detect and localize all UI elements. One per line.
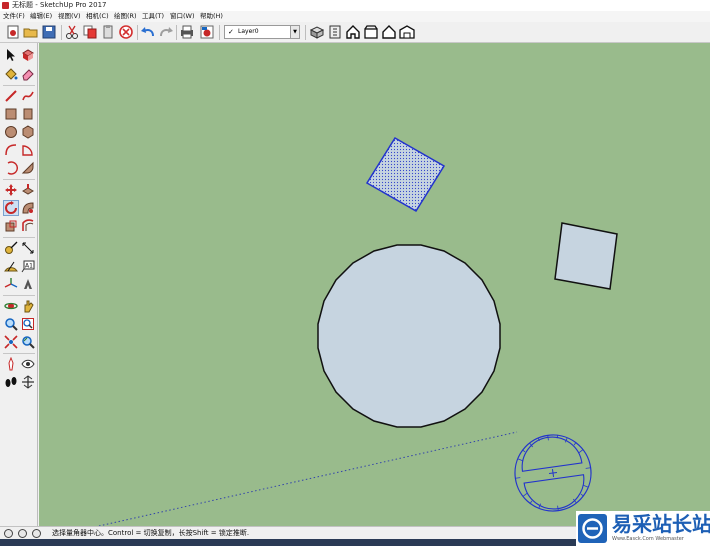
polygon-icon[interactable]	[21, 125, 35, 139]
scale-icon[interactable]	[4, 219, 18, 233]
erase-icon[interactable]	[118, 24, 134, 40]
open-icon[interactable]	[23, 24, 39, 40]
sketchup-window: 无标题 - SketchUp Pro 2017 文件(F) 编辑(E) 视图(V…	[0, 0, 710, 546]
house-icon[interactable]	[381, 24, 397, 40]
watermark-brand: 易采站长站	[612, 512, 710, 536]
status-hint: 选择量角器中心。Control = 切换复制，长按Shift = 锁定推断.	[52, 529, 250, 537]
axes-icon[interactable]	[4, 277, 18, 291]
previous-view-icon[interactable]	[21, 335, 35, 349]
tape-measure-icon[interactable]	[4, 241, 18, 255]
selected-square-face[interactable]	[365, 136, 446, 213]
help-icon[interactable]	[32, 529, 41, 538]
paste-icon[interactable]	[100, 24, 116, 40]
home-icon[interactable]	[345, 24, 361, 40]
new-icon[interactable]	[5, 24, 21, 40]
model-info-icon[interactable]	[199, 24, 215, 40]
toolbar-separator	[137, 25, 138, 40]
save-icon[interactable]	[41, 24, 57, 40]
toolbar-separator	[176, 25, 177, 40]
redo-icon[interactable]	[158, 24, 174, 40]
paint-bucket-icon[interactable]	[4, 67, 18, 81]
push-pull-icon[interactable]	[21, 183, 35, 197]
palette-separator	[3, 295, 35, 296]
select-icon[interactable]	[4, 48, 18, 62]
orbit-icon[interactable]	[4, 299, 18, 313]
inference-guide-line	[98, 431, 518, 526]
window-title: 无标题 - SketchUp Pro 2017	[12, 1, 107, 9]
rotate-icon[interactable]	[3, 200, 19, 216]
undo-icon[interactable]	[140, 24, 156, 40]
svg-text:A1: A1	[25, 263, 33, 270]
cut-icon[interactable]	[64, 24, 80, 40]
rotated-rectangle-icon[interactable]	[21, 107, 35, 121]
palette-separator	[3, 179, 35, 180]
protractor-icon[interactable]	[4, 259, 18, 273]
chevron-down-icon[interactable]: ▼	[290, 26, 299, 38]
move-icon[interactable]	[4, 183, 18, 197]
menu-bar: 文件(F) 编辑(E) 视图(V) 相机(C) 绘图(R) 工具(T) 窗口(W…	[0, 11, 710, 22]
toolbar-separator	[305, 25, 306, 40]
follow-me-icon[interactable]	[21, 201, 35, 215]
layer-value: Layer0	[238, 28, 259, 35]
copy-icon[interactable]	[82, 24, 98, 40]
circle-face[interactable]	[317, 244, 501, 428]
protractor-cursor	[514, 434, 592, 512]
pan-icon[interactable]	[21, 299, 35, 313]
component-icon[interactable]	[309, 24, 325, 40]
square-face[interactable]	[554, 222, 618, 290]
geo-location-icon[interactable]	[4, 529, 13, 538]
arc-icon[interactable]	[4, 143, 18, 157]
menu-tools[interactable]: 工具(T)	[142, 11, 164, 22]
freehand-icon[interactable]	[21, 89, 35, 103]
text-icon[interactable]: A1	[21, 259, 35, 273]
drawing-canvas[interactable]	[39, 43, 710, 526]
zoom-extents-icon[interactable]	[4, 335, 18, 349]
menu-view[interactable]: 视图(V)	[58, 11, 81, 22]
offset-icon[interactable]	[21, 219, 35, 233]
print-icon[interactable]	[179, 24, 195, 40]
menu-file[interactable]: 文件(F)	[3, 11, 25, 22]
warehouse-icon[interactable]	[399, 24, 415, 40]
dimension-icon[interactable]	[21, 241, 35, 255]
position-camera-icon[interactable]	[4, 357, 18, 371]
walk-icon[interactable]	[4, 375, 18, 389]
zoom-icon[interactable]	[4, 317, 18, 331]
credits-icon[interactable]	[18, 529, 27, 538]
tool-palette: A1	[0, 43, 38, 526]
menu-camera[interactable]: 相机(C)	[86, 11, 109, 22]
toolbar-separator	[219, 25, 220, 40]
palette-separator	[3, 237, 35, 238]
main-toolbar	[0, 22, 710, 43]
look-around-icon[interactable]	[21, 357, 35, 371]
palette-separator	[3, 85, 35, 86]
menu-draw[interactable]: 绘图(R)	[114, 11, 137, 22]
line-icon[interactable]	[4, 89, 18, 103]
layer-dropdown[interactable]: ✓ Layer0 ▼	[224, 25, 300, 39]
toolbar-separator	[61, 25, 62, 40]
rectangle-icon[interactable]	[4, 107, 18, 121]
3d-text-icon[interactable]	[21, 277, 35, 291]
easck-logo-icon	[578, 514, 607, 543]
layer-check-icon: ✓	[228, 28, 234, 36]
section-plane-icon[interactable]	[21, 375, 35, 389]
zoom-window-icon[interactable]	[21, 317, 35, 331]
circle-icon[interactable]	[4, 125, 18, 139]
eraser-icon[interactable]	[21, 67, 35, 81]
palette-separator	[3, 353, 35, 354]
three-point-arc-icon[interactable]	[21, 161, 35, 175]
menu-edit[interactable]: 编辑(E)	[30, 11, 52, 22]
model-viewport[interactable]	[39, 43, 710, 526]
make-component-icon[interactable]	[21, 48, 35, 62]
watermark-url: Www.Easck.Com Webmaster	[612, 536, 684, 542]
package-icon[interactable]	[327, 24, 343, 40]
box-icon[interactable]	[363, 24, 379, 40]
menu-help[interactable]: 帮助(H)	[200, 11, 223, 22]
title-bar: 无标题 - SketchUp Pro 2017	[0, 0, 710, 11]
sketchup-app-icon	[2, 2, 9, 9]
two-point-arc-icon[interactable]	[4, 161, 18, 175]
pie-icon[interactable]	[21, 143, 35, 157]
menu-window[interactable]: 窗口(W)	[170, 11, 195, 22]
site-watermark: 易采站长站 Www.Easck.Com Webmaster	[576, 511, 710, 546]
